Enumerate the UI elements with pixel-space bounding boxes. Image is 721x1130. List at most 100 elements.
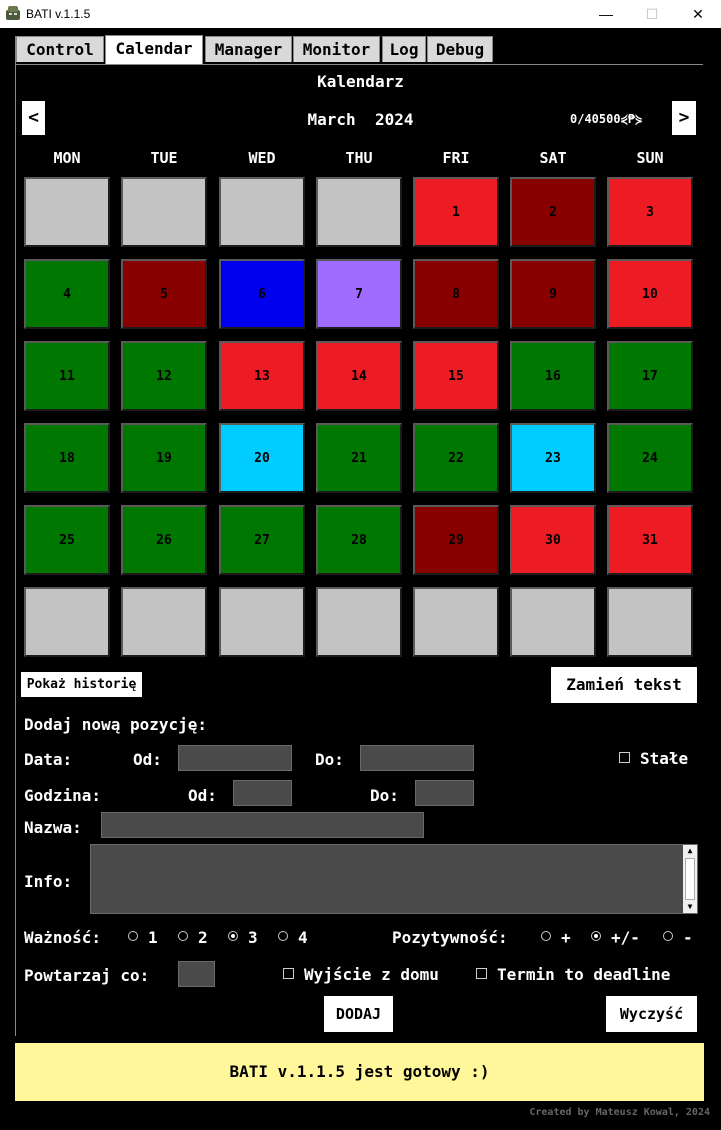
positivity-label: Pozytywność: xyxy=(392,928,508,947)
tab-manager[interactable]: Manager xyxy=(205,36,292,62)
date-from-label: Od: xyxy=(133,750,162,769)
info-label: Info: xyxy=(24,872,73,891)
show-history-button[interactable]: Pokaż historię xyxy=(21,672,142,697)
calendar-day-3[interactable]: 3 xyxy=(607,177,693,247)
calendar-day-24[interactable]: 24 xyxy=(607,423,693,493)
calendar-day-20[interactable]: 20 xyxy=(219,423,305,493)
title-bar: BATI v.1.1.5 — ☐ ✕ xyxy=(0,0,721,28)
calendar-day-9[interactable]: 9 xyxy=(510,259,596,329)
name-input[interactable] xyxy=(101,812,424,838)
clear-button[interactable]: Wyczyść xyxy=(606,996,697,1032)
scroll-thumb[interactable] xyxy=(685,858,695,900)
footer-credit: Created by Mateusz Kowal, 2024 xyxy=(529,1107,710,1118)
time-to-label: Do: xyxy=(370,786,399,805)
tab-debug[interactable]: Debug xyxy=(427,36,493,62)
day-name-mon: MON xyxy=(53,149,81,167)
calendar-day-1[interactable]: 1 xyxy=(413,177,499,247)
info-scrollbar[interactable]: ▲ ▼ xyxy=(683,845,697,913)
form-heading: Dodaj nową pozycję: xyxy=(24,715,208,734)
deadline-checkbox[interactable] xyxy=(476,968,487,979)
swap-text-button[interactable]: Zamień tekst xyxy=(551,667,697,703)
calendar-empty-cell[interactable] xyxy=(316,177,402,247)
calendar-day-28[interactable]: 28 xyxy=(316,505,402,575)
positivity-radio-1[interactable] xyxy=(541,931,551,941)
importance-radio-2[interactable] xyxy=(178,931,188,941)
permanent-label: Stałe xyxy=(640,749,689,768)
calendar-day-31[interactable]: 31 xyxy=(607,505,693,575)
day-name-tue: TUE xyxy=(150,149,178,167)
positivity-radio-2[interactable] xyxy=(591,931,601,941)
calendar-day-25[interactable]: 25 xyxy=(24,505,110,575)
positivity-option-label: + xyxy=(561,928,571,947)
minimize-button[interactable]: — xyxy=(583,0,629,28)
date-label: Data: xyxy=(24,750,73,769)
calendar-empty-cell[interactable] xyxy=(607,587,693,657)
importance-option-label: 3 xyxy=(248,928,258,947)
calendar-day-12[interactable]: 12 xyxy=(121,341,207,411)
permanent-checkbox[interactable] xyxy=(619,752,630,763)
info-textarea[interactable] xyxy=(90,844,698,914)
calendar-day-2[interactable]: 2 xyxy=(510,177,596,247)
calendar-day-7[interactable]: 7 xyxy=(316,259,402,329)
time-to-input[interactable] xyxy=(415,780,474,806)
calendar-empty-cell[interactable] xyxy=(219,177,305,247)
importance-radio-3[interactable] xyxy=(228,931,238,941)
app-logo-icon xyxy=(5,5,21,21)
calendar-day-29[interactable]: 29 xyxy=(413,505,499,575)
calendar-day-11[interactable]: 11 xyxy=(24,341,110,411)
calendar-day-16[interactable]: 16 xyxy=(510,341,596,411)
repeat-input[interactable] xyxy=(178,961,215,987)
window-title: BATI v.1.1.5 xyxy=(26,7,91,21)
calendar-day-10[interactable]: 10 xyxy=(607,259,693,329)
positivity-radio-3[interactable] xyxy=(663,931,673,941)
importance-option-label: 2 xyxy=(198,928,208,947)
tab-monitor[interactable]: Monitor xyxy=(293,36,380,62)
date-from-input[interactable] xyxy=(178,745,292,771)
calendar-day-19[interactable]: 19 xyxy=(121,423,207,493)
calendar-empty-cell[interactable] xyxy=(121,177,207,247)
name-label: Nazwa: xyxy=(24,818,82,837)
time-label: Godzina: xyxy=(24,786,102,805)
maximize-button[interactable]: ☐ xyxy=(629,0,675,28)
calendar-day-4[interactable]: 4 xyxy=(24,259,110,329)
calendar-day-18[interactable]: 18 xyxy=(24,423,110,493)
calendar-day-8[interactable]: 8 xyxy=(413,259,499,329)
calendar-day-27[interactable]: 27 xyxy=(219,505,305,575)
calendar-day-13[interactable]: 13 xyxy=(219,341,305,411)
time-from-input[interactable] xyxy=(233,780,292,806)
importance-radio-1[interactable] xyxy=(128,931,138,941)
calendar-empty-cell[interactable] xyxy=(219,587,305,657)
add-button[interactable]: DODAJ xyxy=(324,996,393,1032)
scroll-up-icon[interactable]: ▲ xyxy=(683,845,697,857)
tab-control[interactable]: Control xyxy=(16,36,104,62)
calendar-empty-cell[interactable] xyxy=(121,587,207,657)
importance-radio-4[interactable] xyxy=(278,931,288,941)
calendar-empty-cell[interactable] xyxy=(316,587,402,657)
calendar-day-23[interactable]: 23 xyxy=(510,423,596,493)
calendar-day-5[interactable]: 5 xyxy=(121,259,207,329)
close-button[interactable]: ✕ xyxy=(675,0,721,28)
positivity-option-label: - xyxy=(683,928,693,947)
tab-calendar[interactable]: Calendar xyxy=(105,35,203,64)
importance-label: Ważność: xyxy=(24,928,102,947)
calendar-empty-cell[interactable] xyxy=(24,177,110,247)
tab-log[interactable]: Log xyxy=(382,36,426,62)
calendar-day-14[interactable]: 14 xyxy=(316,341,402,411)
date-to-input[interactable] xyxy=(360,745,474,771)
next-month-button[interactable]: > xyxy=(672,101,696,135)
calendar-day-6[interactable]: 6 xyxy=(219,259,305,329)
calendar-empty-cell[interactable] xyxy=(24,587,110,657)
calendar-empty-cell[interactable] xyxy=(510,587,596,657)
day-name-fri: FRI xyxy=(442,149,470,167)
calendar-heading: Kalendarz xyxy=(317,72,404,91)
scroll-down-icon[interactable]: ▼ xyxy=(683,901,697,913)
calendar-day-30[interactable]: 30 xyxy=(510,505,596,575)
calendar-day-22[interactable]: 22 xyxy=(413,423,499,493)
day-name-sat: SAT xyxy=(539,149,567,167)
leave-home-checkbox[interactable] xyxy=(283,968,294,979)
calendar-day-17[interactable]: 17 xyxy=(607,341,693,411)
calendar-day-26[interactable]: 26 xyxy=(121,505,207,575)
calendar-day-21[interactable]: 21 xyxy=(316,423,402,493)
calendar-empty-cell[interactable] xyxy=(413,587,499,657)
calendar-day-15[interactable]: 15 xyxy=(413,341,499,411)
